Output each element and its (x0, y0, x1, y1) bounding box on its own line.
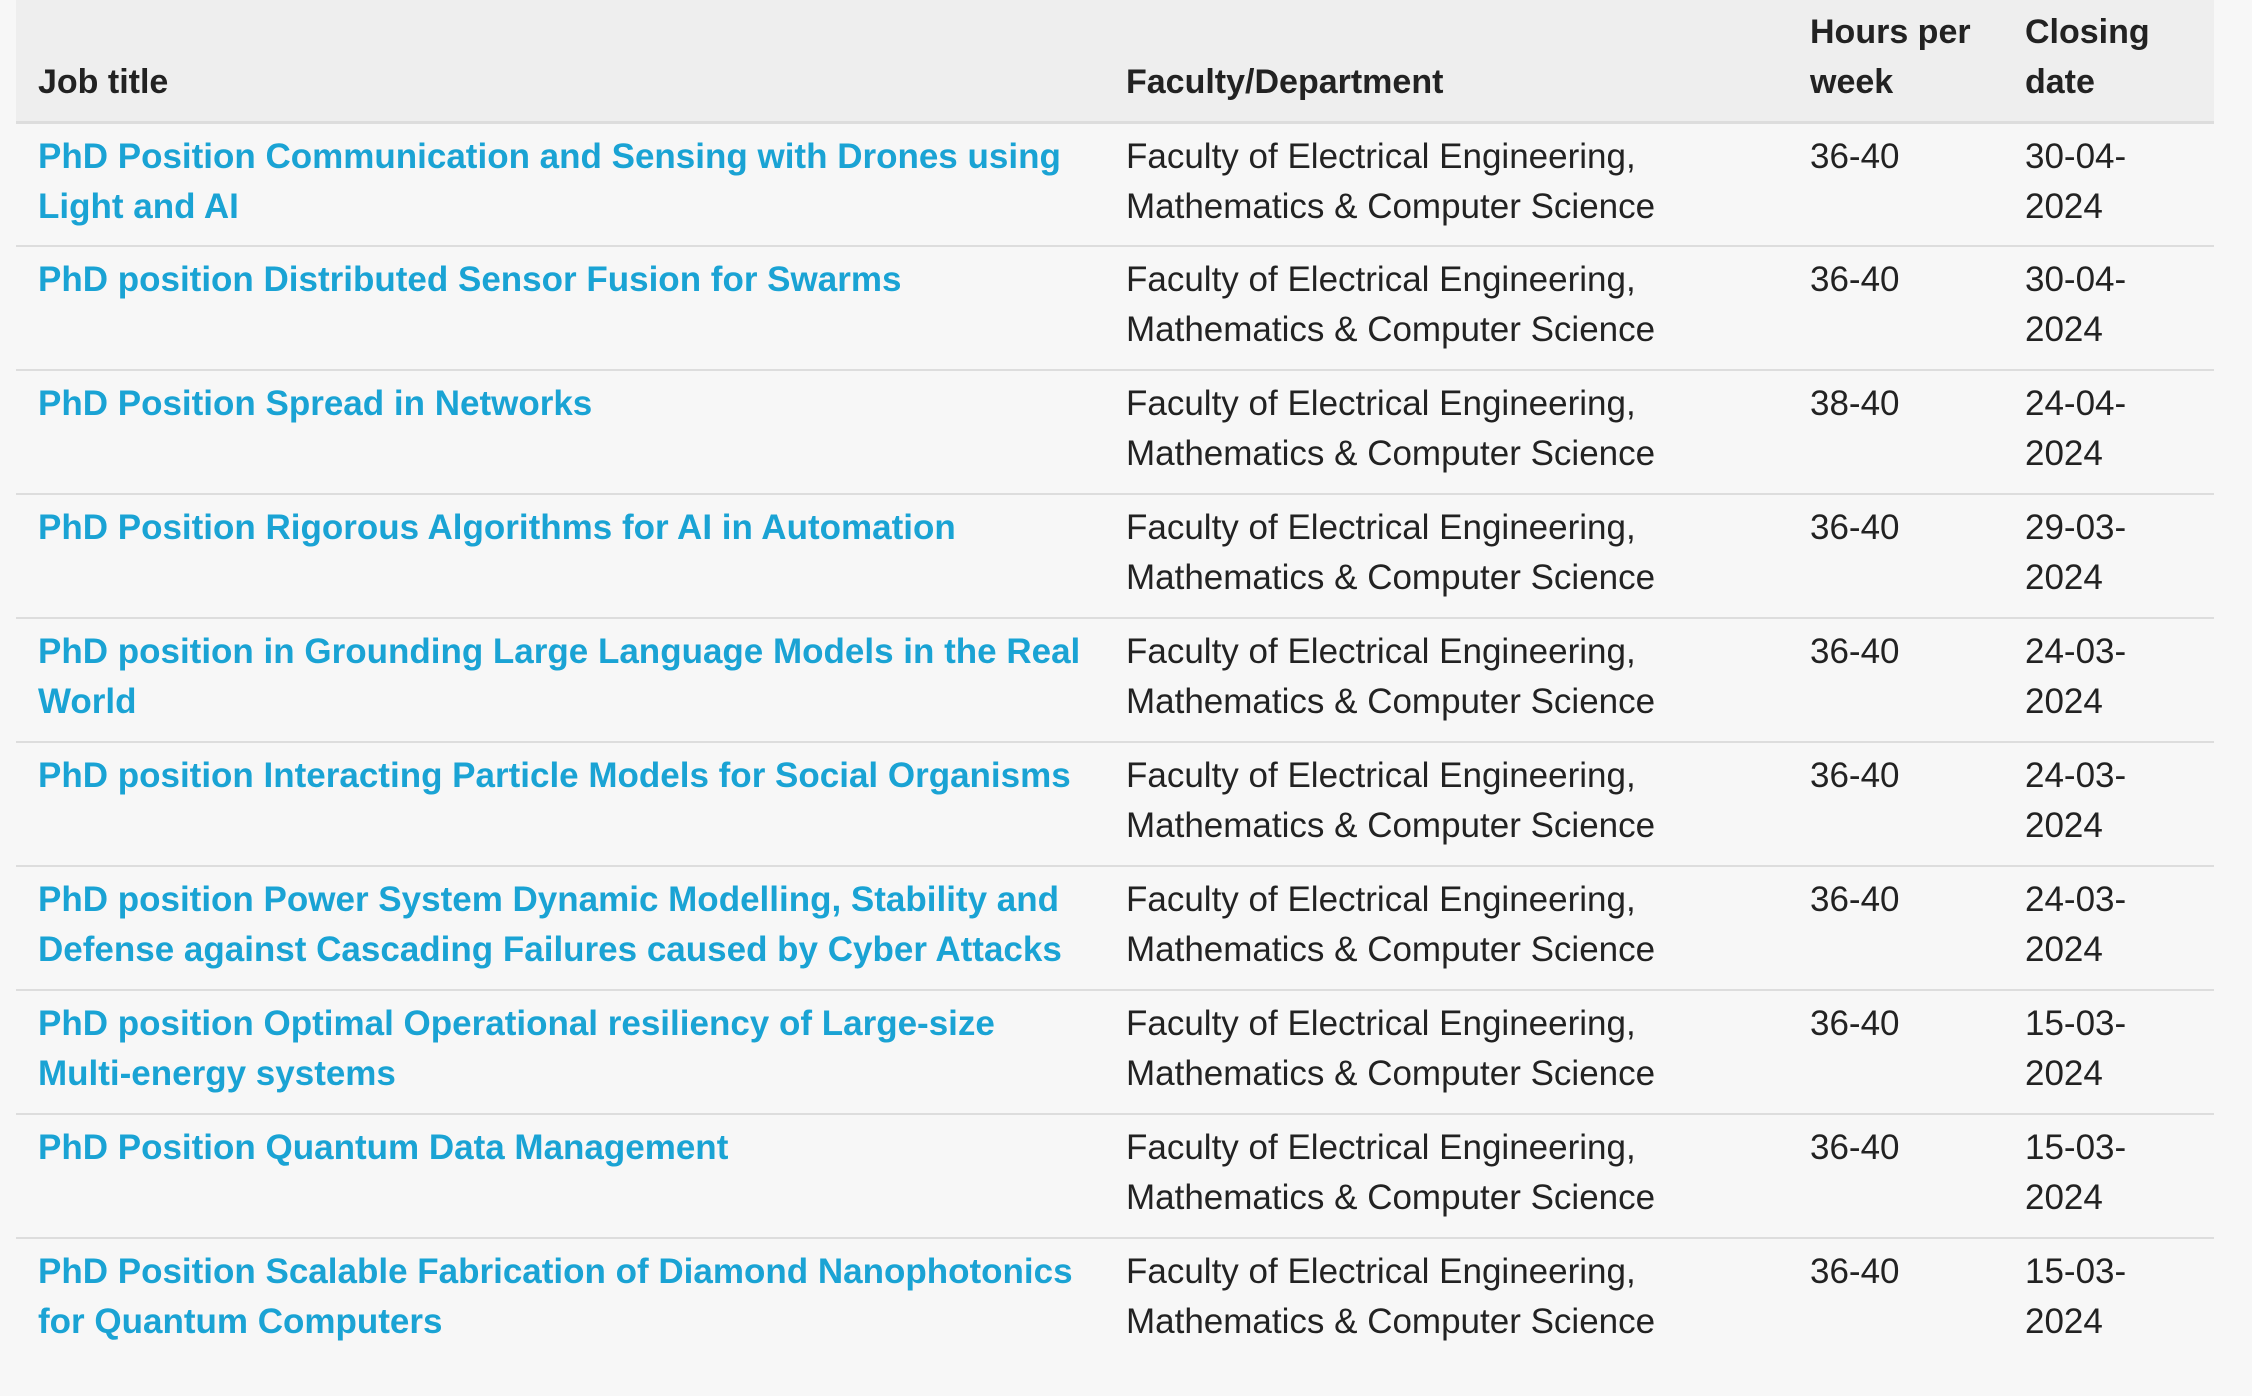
table-header-row: Job title Faculty/Department Hours per w… (16, 0, 2214, 122)
table-row: PhD position Optimal Operational resilie… (16, 990, 2214, 1114)
job-title-link[interactable]: PhD Position Quantum Data Management (38, 1128, 728, 1167)
table-row: PhD position Power System Dynamic Modell… (16, 866, 2214, 990)
hours-cell: 36-40 (1810, 1252, 1900, 1291)
table-body: PhD Position Communication and Sensing w… (16, 122, 2214, 1362)
hours-cell: 36-40 (1810, 632, 1900, 671)
hours-cell: 36-40 (1810, 508, 1900, 547)
job-title-link[interactable]: PhD position in Grounding Large Language… (38, 632, 1080, 721)
faculty-cell: Faculty of Electrical Engineering, Mathe… (1126, 384, 1656, 473)
closing-date-cell: 24-03-2024 (2025, 756, 2127, 845)
closing-date-cell: 24-04-2024 (2025, 384, 2127, 473)
job-title-link[interactable]: PhD Position Rigorous Algorithms for AI … (38, 508, 956, 547)
table-row: PhD Position Scalable Fabrication of Dia… (16, 1238, 2214, 1362)
column-header-job-title[interactable]: Job title (16, 0, 1104, 122)
closing-date-cell: 30-04-2024 (2025, 260, 2127, 349)
faculty-cell: Faculty of Electrical Engineering, Mathe… (1126, 136, 1656, 226)
closing-date-cell: 15-03-2024 (2025, 1128, 2127, 1217)
job-title-link[interactable]: PhD position Power System Dynamic Modell… (38, 880, 1062, 969)
hours-cell: 36-40 (1810, 260, 1900, 299)
table-row: PhD Position Communication and Sensing w… (16, 122, 2214, 246)
job-title-link[interactable]: PhD Position Communication and Sensing w… (38, 137, 1061, 226)
closing-date-cell: 30-04-2024 (2025, 136, 2127, 226)
faculty-cell: Faculty of Electrical Engineering, Mathe… (1126, 1004, 1656, 1093)
job-title-link[interactable]: PhD Position Spread in Networks (38, 384, 592, 423)
job-title-cell: PhD position Distributed Sensor Fusion f… (16, 246, 1104, 370)
job-title-cell: PhD Position Rigorous Algorithms for AI … (16, 494, 1104, 618)
closing-date-cell: 24-03-2024 (2025, 880, 2127, 969)
column-header-closing-date[interactable]: Closing date (2003, 0, 2214, 122)
job-listings-table-container: Job title Faculty/Department Hours per w… (16, 0, 2214, 1362)
hours-cell: 36-40 (1810, 136, 1900, 176)
faculty-cell: Faculty of Electrical Engineering, Mathe… (1126, 880, 1656, 969)
job-title-link[interactable]: PhD position Interacting Particle Models… (38, 756, 1071, 795)
faculty-cell: Faculty of Electrical Engineering, Mathe… (1126, 260, 1656, 349)
faculty-cell: Faculty of Electrical Engineering, Mathe… (1126, 1252, 1656, 1341)
job-title-cell: PhD position Power System Dynamic Modell… (16, 866, 1104, 990)
table-row: PhD position Distributed Sensor Fusion f… (16, 246, 2214, 370)
column-header-faculty[interactable]: Faculty/Department (1104, 0, 1788, 122)
job-title-cell: PhD Position Quantum Data Management (16, 1114, 1104, 1238)
job-title-link[interactable]: PhD position Optimal Operational resilie… (38, 1004, 995, 1093)
closing-date-cell: 15-03-2024 (2025, 1252, 2127, 1341)
column-header-hours[interactable]: Hours per week (1788, 0, 2003, 122)
job-title-cell: PhD Position Spread in Networks (16, 370, 1104, 494)
hours-cell: 36-40 (1810, 1128, 1900, 1167)
closing-date-cell: 29-03-2024 (2025, 508, 2127, 597)
table-row: PhD position in Grounding Large Language… (16, 618, 2214, 742)
faculty-cell: Faculty of Electrical Engineering, Mathe… (1126, 508, 1656, 597)
faculty-cell: Faculty of Electrical Engineering, Mathe… (1126, 1128, 1656, 1217)
job-title-cell: PhD position in Grounding Large Language… (16, 618, 1104, 742)
job-title-cell: PhD position Interacting Particle Models… (16, 742, 1104, 866)
hours-cell: 36-40 (1810, 756, 1900, 795)
job-title-link[interactable]: PhD Position Scalable Fabrication of Dia… (38, 1252, 1073, 1341)
job-title-cell: PhD Position Scalable Fabrication of Dia… (16, 1238, 1104, 1362)
closing-date-cell: 24-03-2024 (2025, 632, 2127, 721)
hours-cell: 36-40 (1810, 1004, 1900, 1043)
job-title-cell: PhD position Optimal Operational resilie… (16, 990, 1104, 1114)
faculty-cell: Faculty of Electrical Engineering, Mathe… (1126, 756, 1656, 845)
hours-cell: 36-40 (1810, 880, 1900, 919)
table-row: PhD position Interacting Particle Models… (16, 742, 2214, 866)
job-title-cell: PhD Position Communication and Sensing w… (16, 122, 1104, 246)
table-row: PhD Position Rigorous Algorithms for AI … (16, 494, 2214, 618)
closing-date-cell: 15-03-2024 (2025, 1004, 2127, 1093)
job-listings-table: Job title Faculty/Department Hours per w… (16, 0, 2214, 1362)
faculty-cell: Faculty of Electrical Engineering, Mathe… (1126, 632, 1656, 721)
hours-cell: 38-40 (1810, 384, 1900, 423)
table-header: Job title Faculty/Department Hours per w… (16, 0, 2214, 122)
table-row: PhD Position Quantum Data Management Fac… (16, 1114, 2214, 1238)
job-title-link[interactable]: PhD position Distributed Sensor Fusion f… (38, 260, 901, 299)
table-row: PhD Position Spread in Networks Faculty … (16, 370, 2214, 494)
